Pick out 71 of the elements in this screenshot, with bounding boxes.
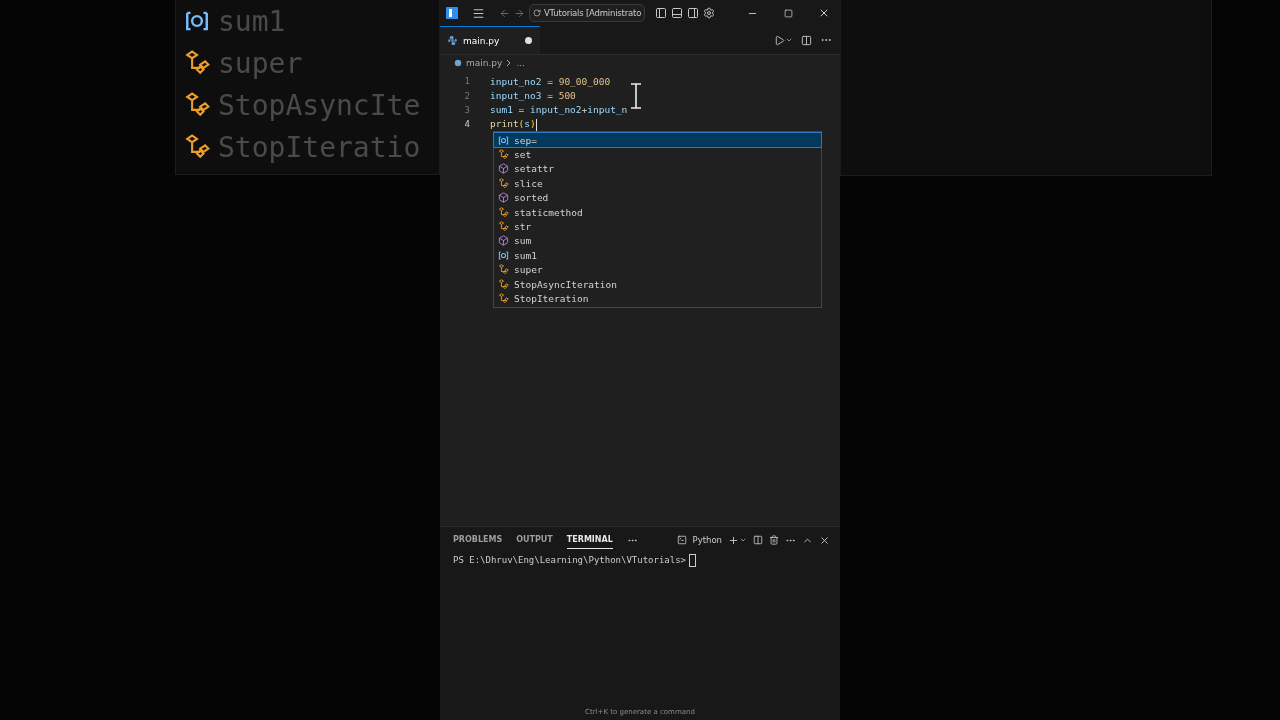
backdrop-text: StopAsyncIte: [218, 88, 421, 122]
suggestion-item[interactable]: sum: [494, 233, 821, 249]
close-icon[interactable]: [818, 7, 830, 19]
line-number: 1: [463, 76, 471, 87]
terminal-selector[interactable]: Python: [692, 535, 722, 545]
panel-tab[interactable]: OUTPUT: [516, 531, 553, 549]
variable-icon: [498, 134, 509, 146]
maximize-icon[interactable]: [783, 8, 793, 18]
suggestion-item[interactable]: sorted: [494, 190, 821, 205]
suggestion-item[interactable]: StopIteration: [494, 291, 821, 306]
code-line: input_no3 = 500: [490, 90, 576, 102]
split-editor-icon[interactable]: [801, 34, 812, 46]
panel-bottom-icon[interactable]: [671, 7, 684, 19]
suggestion-item[interactable]: sep=: [494, 133, 821, 148]
class-icon: [184, 50, 210, 76]
backdrop-text: sum1: [218, 4, 286, 38]
panel-left-icon[interactable]: [655, 7, 668, 19]
menu-icon[interactable]: [472, 6, 485, 20]
class-icon: [498, 278, 509, 290]
panel-right-icon[interactable]: [687, 7, 700, 19]
close-icon[interactable]: [819, 534, 830, 546]
code-line: input_no2 = 90_00_000: [490, 75, 611, 87]
suggestion-item[interactable]: str: [494, 219, 821, 234]
breadcrumb-item[interactable]: main.py: [466, 58, 503, 68]
split-terminal-icon[interactable]: [753, 535, 763, 545]
text-cursor-icon: [630, 83, 642, 109]
class-icon: [498, 177, 509, 189]
terminal-cursor: [689, 553, 696, 567]
backdrop-text: super: [218, 46, 303, 80]
unsaved-dot: [525, 37, 532, 44]
suggestion-item[interactable]: setattr: [494, 161, 821, 177]
variable-icon: [498, 249, 509, 261]
class-icon: [498, 149, 509, 161]
suggestion-item[interactable]: super: [494, 262, 821, 277]
line-number: 3: [463, 104, 471, 115]
suggestion-item[interactable]: sum1: [494, 248, 821, 263]
class-icon: [498, 221, 509, 233]
settings-icon[interactable]: [703, 7, 716, 19]
tab-label: main.py: [463, 35, 500, 46]
command-center-field[interactable]: VTutorials [Administrato: [529, 4, 646, 22]
class-icon: [498, 293, 509, 304]
suggestion-item[interactable]: StopAsyncIteration: [494, 276, 821, 292]
back-arrow-icon[interactable]: [499, 7, 510, 19]
class-icon: [498, 264, 509, 276]
trash-icon[interactable]: [769, 535, 779, 545]
terminal-prompt: PS E:\Dhruv\Eng\Learning\Python\VTutorials>: [453, 555, 686, 565]
code-line: print(s): [490, 118, 537, 131]
add-terminal-icon[interactable]: [728, 534, 747, 546]
editor-tab[interactable]: main.py: [440, 26, 540, 54]
panel-tab[interactable]: PROBLEMS: [453, 531, 503, 549]
cube-icon: [498, 192, 509, 204]
suggestion-item[interactable]: slice: [494, 176, 821, 191]
suggestion-item[interactable]: staticmethod: [494, 204, 821, 220]
backdrop-text: StopIteratio: [218, 130, 421, 164]
line-number: 4: [463, 119, 471, 130]
class-icon: [498, 206, 509, 218]
panel-tab[interactable]: TERMINAL: [566, 531, 613, 549]
refresh-icon: [533, 9, 541, 17]
chevron-icon: [506, 59, 513, 67]
run-icon[interactable]: [774, 34, 793, 46]
class-icon: [184, 92, 210, 118]
class-icon: [184, 134, 210, 160]
forward-arrow-icon[interactable]: [514, 7, 525, 19]
cube-icon: [498, 235, 509, 247]
cube-icon: [498, 163, 509, 175]
line-number: 2: [463, 90, 471, 101]
suggestion-item[interactable]: set: [494, 147, 821, 162]
code-line: sum1 = input_no2+input_n: [490, 104, 628, 116]
app-logo-icon[interactable]: [446, 7, 458, 19]
terminal-icon: [676, 535, 687, 545]
breadcrumb-item[interactable]: ...: [516, 58, 525, 68]
